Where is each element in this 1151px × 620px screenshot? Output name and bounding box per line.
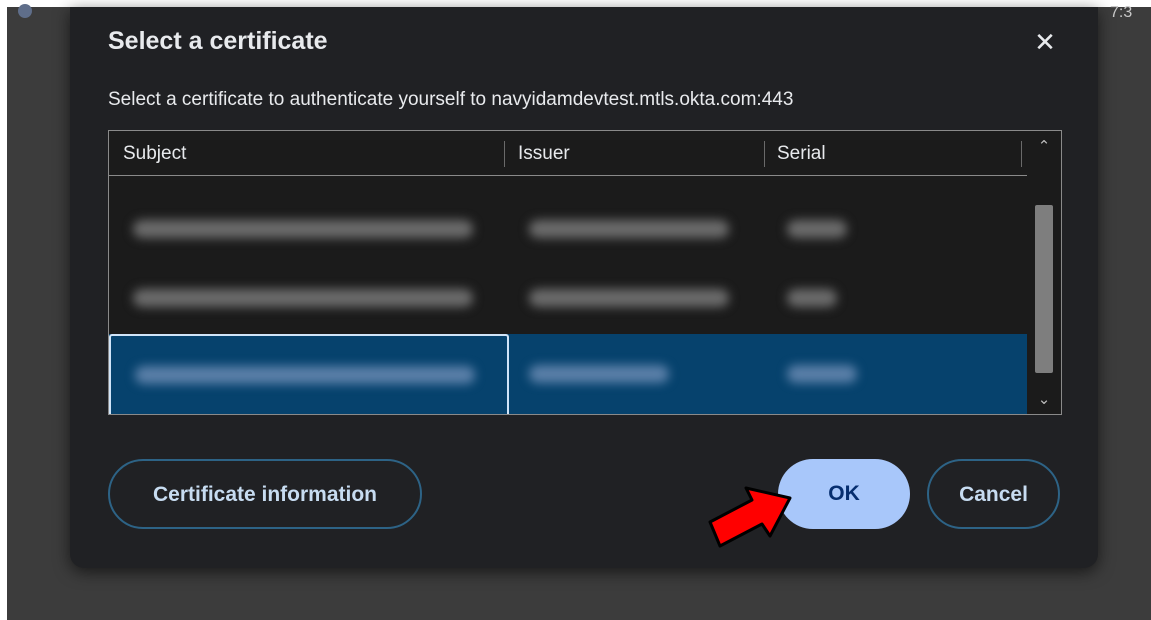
close-icon[interactable]: ✕: [1030, 27, 1060, 57]
column-header-serial[interactable]: Serial: [777, 131, 826, 175]
column-header-subject[interactable]: Subject: [123, 131, 186, 175]
redacted-text: [787, 365, 857, 383]
cell-serial: [765, 334, 1027, 414]
dialog-subtitle: Select a certificate to authenticate you…: [108, 89, 794, 110]
table-header: Subject Issuer Serial: [109, 131, 1027, 176]
redacted-text: [529, 365, 669, 383]
cell-issuer: [509, 196, 765, 262]
certificate-information-button[interactable]: Certificate information: [108, 459, 422, 529]
column-header-issuer[interactable]: Issuer: [518, 131, 570, 175]
cell-issuer: [509, 334, 765, 414]
certificate-row[interactable]: [109, 196, 1027, 262]
dialog-title: Select a certificate: [108, 27, 328, 55]
scrollbar-thumb[interactable]: [1035, 205, 1053, 373]
background-corner-text: 7:3: [1110, 4, 1133, 21]
cancel-button[interactable]: Cancel: [927, 459, 1060, 529]
chevron-down-icon[interactable]: ⌄: [1027, 388, 1061, 412]
select-certificate-dialog: Select a certificate ✕ Select a certific…: [70, 7, 1098, 568]
column-divider[interactable]: [1021, 141, 1022, 167]
cell-subject: [109, 334, 509, 414]
redacted-text: [133, 289, 473, 307]
ok-button[interactable]: OK: [778, 459, 910, 529]
vertical-scrollbar[interactable]: ⌃ ⌄: [1027, 131, 1061, 414]
redacted-text: [529, 289, 729, 307]
certificate-table: Subject Issuer Serial ⌃ ⌄: [108, 130, 1062, 415]
cell-serial: [765, 265, 1027, 331]
cell-serial: [765, 196, 1027, 262]
redacted-text: [787, 220, 847, 238]
chevron-up-icon[interactable]: ⌃: [1027, 135, 1061, 159]
red-arrow-icon: [708, 486, 792, 548]
certificate-row-selected[interactable]: [109, 334, 1027, 414]
column-divider[interactable]: [504, 141, 505, 167]
globe-icon: [18, 4, 32, 18]
cell-subject: [109, 196, 509, 262]
redacted-text: [787, 289, 837, 307]
column-divider[interactable]: [764, 141, 765, 167]
cell-subject: [109, 265, 509, 331]
redacted-text: [133, 220, 473, 238]
redacted-text: [529, 220, 729, 238]
certificate-row[interactable]: [109, 265, 1027, 331]
background-tab-favicon: [18, 4, 48, 21]
redacted-text: [135, 366, 475, 384]
cell-issuer: [509, 265, 765, 331]
